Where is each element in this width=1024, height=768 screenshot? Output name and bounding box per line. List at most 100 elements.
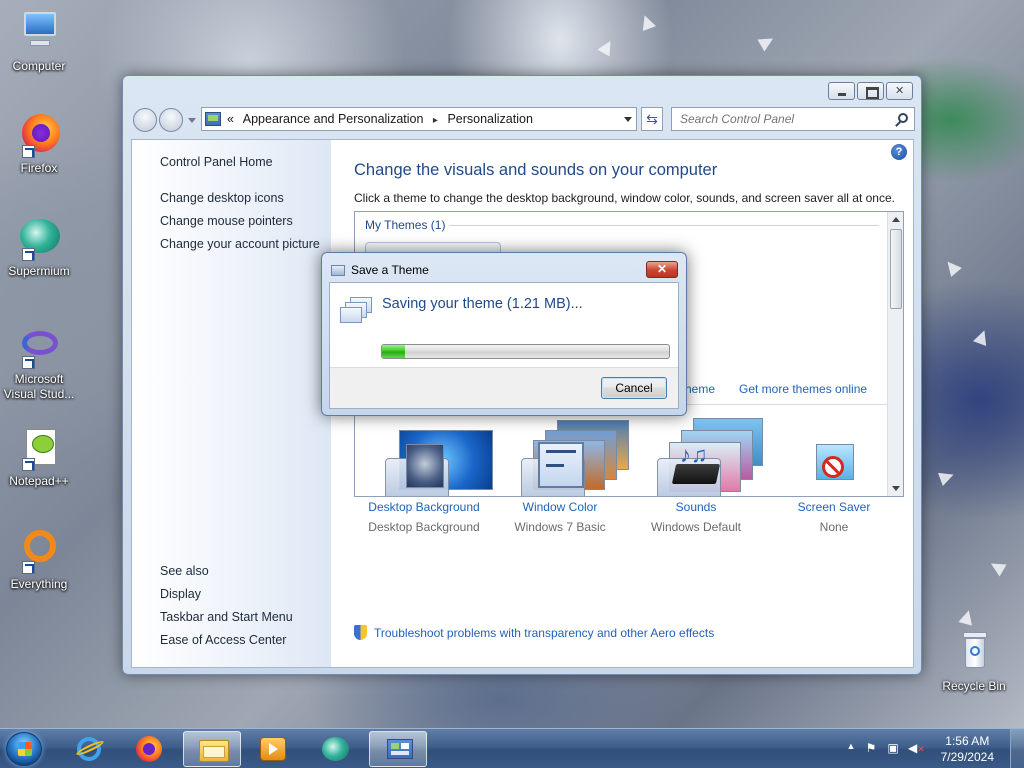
- saving-message: Saving your theme (1.21 MB)...: [382, 296, 583, 312]
- help-icon[interactable]: ?: [891, 144, 907, 160]
- window-color-setting[interactable]: Window Color Windows 7 Basic: [490, 442, 630, 534]
- search-input[interactable]: [678, 109, 888, 129]
- window-color-label[interactable]: Window Color: [490, 500, 630, 514]
- screen-saver-label[interactable]: Screen Saver: [764, 500, 904, 514]
- display-link[interactable]: Display: [160, 587, 201, 601]
- desktop-icon-label: Everything: [10, 577, 68, 591]
- breadcrumb-overflow[interactable]: «: [227, 112, 234, 126]
- change-desktop-icons-link[interactable]: Change desktop icons: [160, 191, 284, 205]
- system-clock[interactable]: 1:56 AM 7/29/2024: [941, 733, 994, 765]
- breadcrumb-personalization[interactable]: Personalization: [447, 112, 532, 126]
- forward-button[interactable]: [159, 108, 183, 132]
- minimize-button[interactable]: [828, 82, 855, 100]
- taskbar-file-explorer[interactable]: [183, 731, 241, 767]
- address-dropdown-icon[interactable]: [624, 117, 632, 122]
- shortcut-arrow-icon: [22, 145, 35, 158]
- shield-icon: [354, 625, 367, 640]
- sounds-setting[interactable]: ♪♫ Sounds Windows Default: [626, 442, 766, 534]
- group-divider: [449, 225, 879, 226]
- desktop-icon-label: Firefox: [20, 161, 58, 175]
- clock-date: 7/29/2024: [940, 750, 994, 764]
- troubleshoot-aero-link[interactable]: Troubleshoot problems with transparency …: [354, 625, 714, 640]
- refresh-button[interactable]: ⇆: [641, 107, 663, 131]
- save-theme-dialog: Save a Theme ✕ Saving your theme (1.21 M…: [321, 252, 687, 416]
- save-theme-link[interactable]: heme: [685, 382, 715, 396]
- desktop-icon-label: Computer: [12, 59, 66, 73]
- clock-time: 1:56 AM: [945, 734, 990, 748]
- desktop-background-value: Desktop Background: [368, 520, 480, 534]
- change-account-picture-link[interactable]: Change your account picture: [160, 237, 320, 251]
- task-pane: Control Panel Home Change desktop icons …: [132, 140, 331, 667]
- wallpaper-decoration: [958, 608, 976, 626]
- show-hidden-icons-icon[interactable]: ▲: [844, 741, 858, 755]
- close-button[interactable]: [886, 82, 913, 100]
- wallpaper-decoration: [987, 557, 1007, 577]
- ease-of-access-link[interactable]: Ease of Access Center: [160, 633, 286, 647]
- breadcrumb-appearance[interactable]: Appearance and Personalization: [243, 112, 424, 126]
- sounds-label[interactable]: Sounds: [626, 500, 766, 514]
- wallpaper-decoration: [597, 37, 617, 57]
- file-explorer-icon: [199, 736, 229, 764]
- breadcrumb: « Appearance and Personalization ▸ Perso…: [227, 112, 539, 126]
- window-color-icon: [536, 442, 584, 490]
- change-mouse-pointers-link[interactable]: Change mouse pointers: [160, 214, 293, 228]
- recent-pages-dropdown[interactable]: [187, 116, 197, 126]
- scroll-up-icon[interactable]: [892, 217, 900, 222]
- shortcut-arrow-icon: [22, 561, 35, 574]
- show-desktop-button[interactable]: [1010, 729, 1024, 768]
- search-box[interactable]: [671, 107, 915, 131]
- troubleshoot-aero-label[interactable]: Troubleshoot problems with transparency …: [374, 626, 714, 640]
- desktop: Computer Firefox Supermium Microsoft Vis…: [0, 0, 1024, 728]
- back-button[interactable]: [133, 108, 157, 132]
- save-progress-bar: [381, 344, 670, 359]
- breadcrumb-separator-icon[interactable]: ▸: [433, 115, 438, 126]
- desktop-background-setting[interactable]: Desktop Background Desktop Background: [354, 442, 494, 534]
- dialog-close-button[interactable]: ✕: [646, 261, 678, 278]
- network-icon[interactable]: ▣: [886, 741, 900, 755]
- firefox-icon: [135, 735, 163, 763]
- desktop-background-label[interactable]: Desktop Background: [354, 500, 494, 514]
- desktop-icon-recycle-bin[interactable]: Recycle Bin: [938, 630, 1010, 694]
- action-center-flag-icon[interactable]: ⚑: [864, 741, 878, 755]
- taskbar-supermium[interactable]: [306, 731, 364, 767]
- desktop-icon-notepadpp[interactable]: Notepad++: [3, 425, 75, 489]
- dialog-title: Save a Theme: [351, 263, 429, 277]
- supermium-icon: [16, 215, 62, 261]
- desktop-icon-visual-studio[interactable]: Microsoft Visual Stud...: [3, 323, 75, 402]
- desktop-icon-everything[interactable]: Everything: [3, 528, 75, 592]
- get-more-themes-online-link[interactable]: Get more themes online: [739, 382, 867, 396]
- wallpaper-decoration: [942, 257, 962, 277]
- taskbar-control-panel[interactable]: [369, 731, 427, 767]
- cancel-button[interactable]: Cancel: [601, 377, 667, 399]
- taskbar-start-menu-link[interactable]: Taskbar and Start Menu: [160, 610, 293, 624]
- desktop-icon-firefox[interactable]: Firefox: [3, 112, 75, 176]
- desktop-icon-computer[interactable]: Computer: [3, 10, 75, 74]
- computer-icon: [16, 10, 62, 56]
- dialog-body: Saving your theme (1.21 MB)... Cancel: [329, 282, 679, 409]
- address-bar[interactable]: « Appearance and Personalization ▸ Perso…: [201, 107, 637, 131]
- screen-saver-setting[interactable]: Screen Saver None: [764, 442, 904, 534]
- maximize-button[interactable]: [857, 82, 884, 100]
- taskbar-media-player[interactable]: [243, 731, 301, 767]
- window-caption-buttons: [826, 82, 913, 100]
- everything-icon: [16, 528, 62, 574]
- taskbar-internet-explorer[interactable]: [60, 731, 118, 767]
- control-panel-home-link[interactable]: Control Panel Home: [160, 155, 273, 169]
- control-panel-icon: [205, 112, 221, 126]
- firefox-icon: [16, 112, 62, 158]
- shortcut-arrow-icon: [22, 458, 35, 471]
- desktop-background-icon: [400, 442, 448, 490]
- visual-studio-icon: [16, 323, 62, 369]
- scroll-thumb[interactable]: [890, 229, 902, 309]
- taskbar-firefox[interactable]: [120, 731, 178, 767]
- dialog-title-icon: [331, 265, 345, 276]
- search-icon[interactable]: [898, 113, 908, 123]
- start-button[interactable]: [6, 732, 42, 766]
- wallpaper-decoration: [938, 468, 956, 486]
- notepadpp-icon: [16, 425, 62, 471]
- recycle-bin-icon: [951, 630, 997, 676]
- desktop-icon-supermium[interactable]: Supermium: [3, 215, 75, 279]
- progress-fill: [382, 345, 405, 358]
- internet-explorer-icon: [75, 735, 105, 763]
- volume-muted-icon[interactable]: ◀✕: [908, 741, 925, 755]
